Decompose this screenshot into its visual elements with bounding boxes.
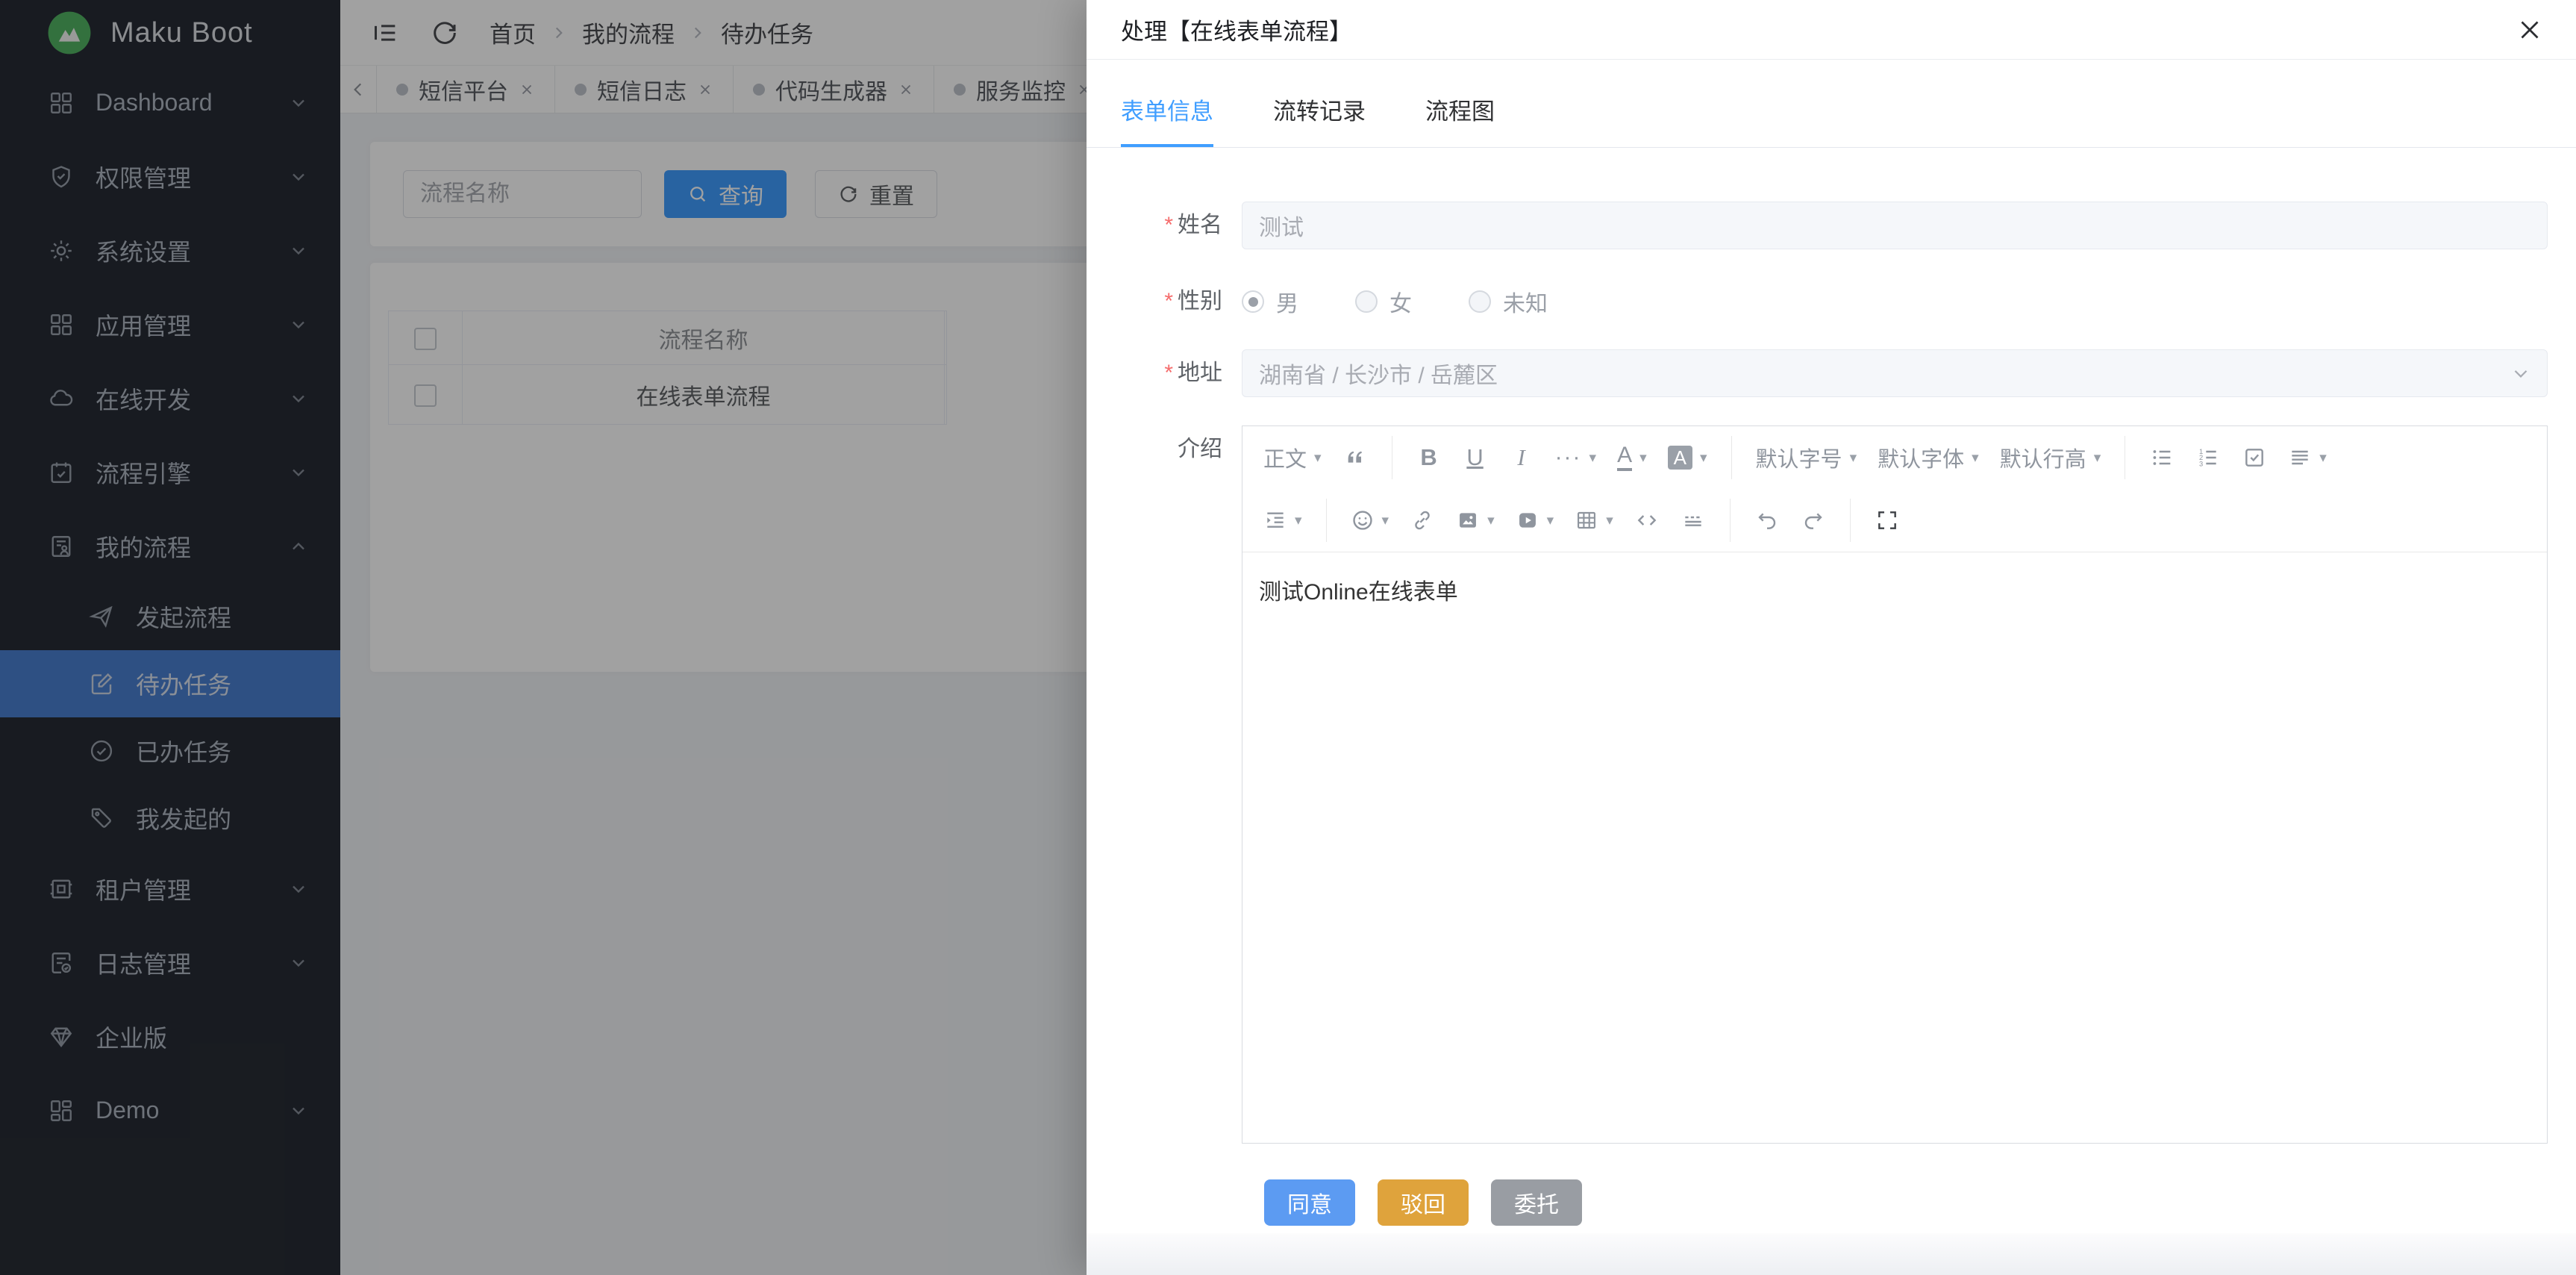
divider-button[interactable] xyxy=(1672,498,1715,543)
tab-flow-records[interactable]: 流转记录 xyxy=(1273,93,1366,147)
tab-flow-diagram[interactable]: 流程图 xyxy=(1425,93,1495,147)
indent-button[interactable]: ▾ xyxy=(1254,498,1311,543)
form-row-intro: 介绍 正文▾ B U I ···▾ A▾ A▾ xyxy=(1087,425,2548,1144)
bold-button[interactable]: B xyxy=(1407,435,1451,480)
underline-button[interactable]: U xyxy=(1454,435,1497,480)
modal-overlay[interactable] xyxy=(0,0,1087,1275)
name-field[interactable] xyxy=(1242,202,2548,249)
chevron-down-icon xyxy=(2510,362,2532,384)
gender-label: 性别 xyxy=(1087,278,1242,325)
video-button[interactable]: ▾ xyxy=(1507,498,1563,543)
font-color-button[interactable]: A▾ xyxy=(1608,435,1656,480)
link-button[interactable] xyxy=(1401,498,1444,543)
tab-form-info[interactable]: 表单信息 xyxy=(1121,93,1213,147)
close-icon[interactable] xyxy=(2516,16,2543,43)
more-styles-button[interactable]: ···▾ xyxy=(1546,435,1606,480)
form-row-address: 地址 湖南省 / 长沙市 / 岳麓区 xyxy=(1087,349,2548,397)
radio-unknown[interactable]: 未知 xyxy=(1469,285,1548,318)
line-height-select[interactable]: 默认行高▾ xyxy=(1991,435,2110,480)
code-button[interactable] xyxy=(1625,498,1669,543)
app-root: Maku Boot Dashboard 权限管理 系统设置 应用管理 xyxy=(0,0,2576,1275)
bg-color-button[interactable]: A▾ xyxy=(1659,435,1716,480)
undo-button[interactable] xyxy=(1745,498,1789,543)
delegate-button[interactable]: 委托 xyxy=(1491,1179,1582,1226)
svg-text:3: 3 xyxy=(2199,460,2203,467)
quote-icon[interactable] xyxy=(1334,435,1377,480)
reject-button[interactable]: 驳回 xyxy=(1378,1179,1469,1226)
drawer-footer-strip xyxy=(1087,1233,2576,1275)
bullet-list-button[interactable] xyxy=(2140,435,2183,480)
font-family-select[interactable]: 默认字体▾ xyxy=(1869,435,1988,480)
radio-icon xyxy=(1355,290,1378,313)
align-button[interactable]: ▾ xyxy=(2279,435,2336,480)
radio-checked-icon xyxy=(1242,290,1264,313)
intro-label: 介绍 xyxy=(1087,425,1242,473)
process-drawer: 处理【在线表单流程】 表单信息 流转记录 流程图 姓名 性别 男 xyxy=(1087,0,2576,1275)
drawer-header: 处理【在线表单流程】 xyxy=(1087,0,2576,60)
emoji-button[interactable]: ▾ xyxy=(1342,498,1398,543)
gender-radio-group: 男 女 未知 xyxy=(1242,278,2548,325)
form-row-gender: 性别 男 女 未知 xyxy=(1087,278,2548,325)
image-button[interactable]: ▾ xyxy=(1447,498,1504,543)
redo-button[interactable] xyxy=(1792,498,1835,543)
address-label: 地址 xyxy=(1087,349,1242,397)
radio-female[interactable]: 女 xyxy=(1355,285,1412,318)
editor-content[interactable]: 测试Online在线表单 xyxy=(1242,552,2547,627)
radio-icon xyxy=(1469,290,1491,313)
radio-male[interactable]: 男 xyxy=(1242,285,1298,318)
rich-text-editor: 正文▾ B U I ···▾ A▾ A▾ 默认字号▾ 默认字体▾ xyxy=(1242,425,2548,1144)
drawer-tabs: 表单信息 流转记录 流程图 xyxy=(1087,60,2576,148)
ordered-list-button[interactable]: 123 xyxy=(2186,435,2230,480)
editor-toolbar: 正文▾ B U I ···▾ A▾ A▾ 默认字号▾ 默认字体▾ xyxy=(1242,426,2547,552)
fullscreen-button[interactable] xyxy=(1866,498,1909,543)
name-label: 姓名 xyxy=(1087,202,1242,249)
form-row-name: 姓名 xyxy=(1087,202,2548,249)
agree-button[interactable]: 同意 xyxy=(1264,1179,1355,1226)
table-button[interactable]: ▾ xyxy=(1566,498,1622,543)
drawer-actions: 同意 驳回 委托 xyxy=(1264,1179,1582,1226)
todo-list-button[interactable] xyxy=(2233,435,2276,480)
drawer-title: 处理【在线表单流程】 xyxy=(1121,13,1352,46)
address-cascader[interactable]: 湖南省 / 长沙市 / 岳麓区 xyxy=(1242,349,2548,397)
italic-button[interactable]: I xyxy=(1500,435,1543,480)
font-size-select[interactable]: 默认字号▾ xyxy=(1747,435,1866,480)
editor-style-select[interactable]: 正文▾ xyxy=(1254,435,1331,480)
